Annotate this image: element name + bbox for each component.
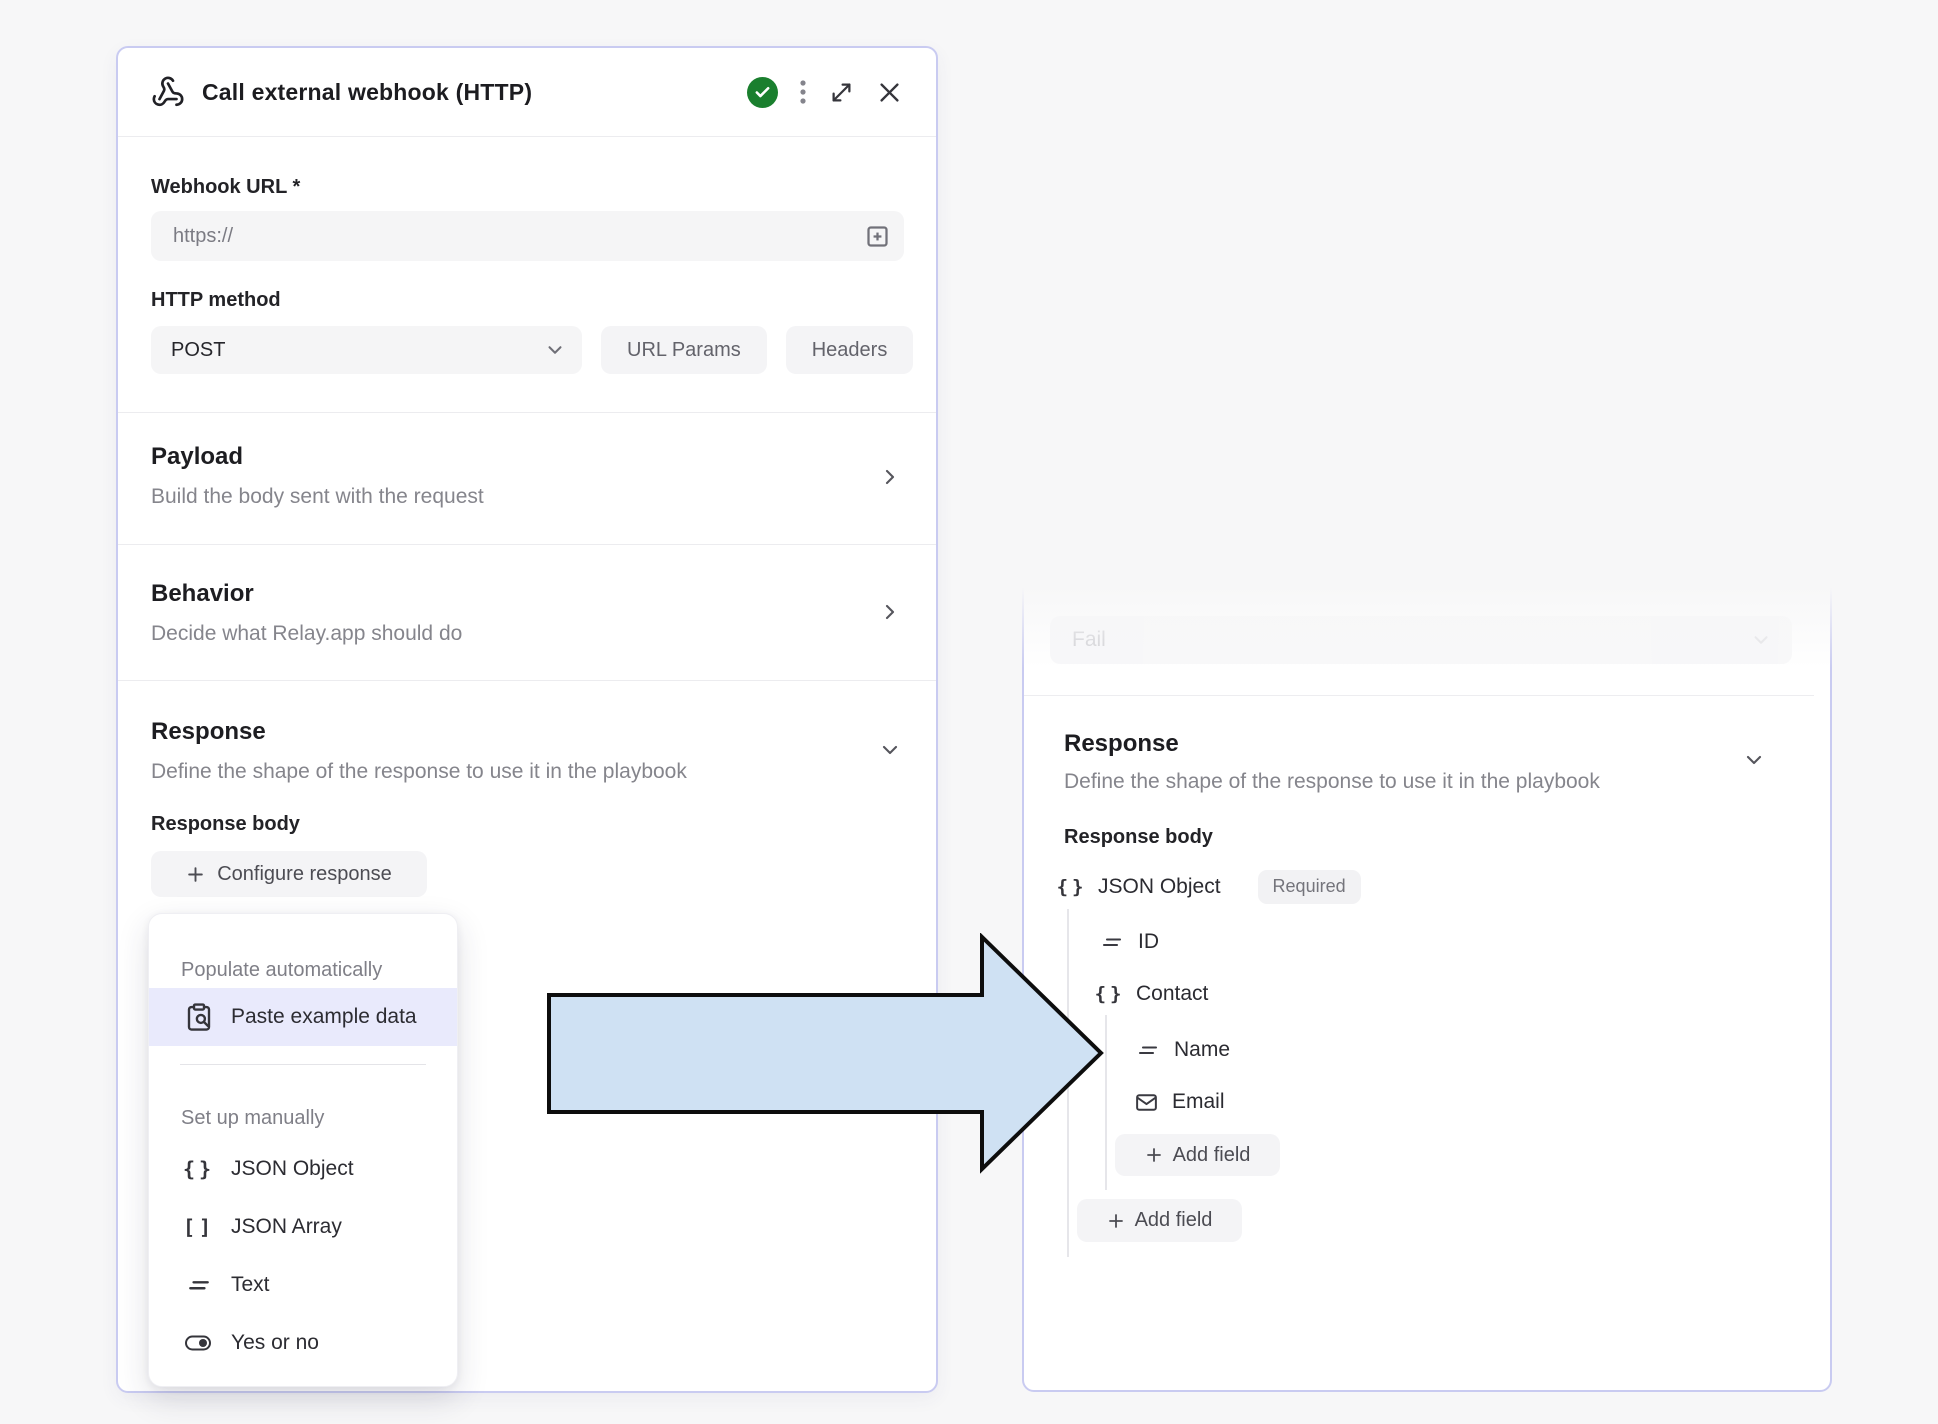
response-body-label: Response body <box>1064 826 1213 848</box>
equals-text-icon <box>1099 930 1125 954</box>
chevron-right-icon[interactable] <box>878 465 902 489</box>
menu-item-json-array[interactable]: [] JSON Array <box>149 1198 457 1256</box>
brackets-icon: [] <box>182 1215 216 1239</box>
tree-row-name[interactable]: Name <box>1135 1030 1230 1070</box>
chevron-right-icon[interactable] <box>878 600 902 624</box>
tree-row-email[interactable]: Email <box>1133 1082 1225 1122</box>
clipboard-search-icon <box>183 1002 215 1032</box>
page: Call external webhook (HTTP) Webhook URL… <box>0 0 1938 1424</box>
tree-row-id[interactable]: ID <box>1099 922 1159 962</box>
success-check-icon <box>747 76 778 108</box>
tree-guide-line <box>1067 909 1069 1257</box>
close-icon[interactable] <box>876 79 903 106</box>
plus-icon <box>1145 1146 1163 1164</box>
braces-icon: {} <box>182 1157 216 1181</box>
add-field-button-nested[interactable]: Add field <box>1115 1134 1280 1176</box>
envelope-icon <box>1133 1090 1159 1115</box>
menu-item-json-object[interactable]: {} JSON Object <box>149 1140 457 1198</box>
toggle-icon <box>183 1330 215 1356</box>
fail-select[interactable]: Fail <box>1050 616 1792 664</box>
webhook-url-field[interactable] <box>151 211 904 261</box>
divider <box>118 544 936 545</box>
tree-row-contact[interactable]: {} Contact <box>1094 974 1209 1014</box>
add-field-label: Add field <box>1134 1209 1213 1231</box>
tree-row-label: Name <box>1174 1038 1231 1061</box>
response-section-title: Response <box>1064 730 1179 757</box>
divider <box>118 680 936 681</box>
menu-section-populate: Populate automatically <box>181 959 383 981</box>
payload-section-title: Payload <box>151 443 244 470</box>
dialog-header: Call external webhook (HTTP) <box>118 48 936 137</box>
menu-item-text[interactable]: Text <box>149 1256 457 1314</box>
fail-select-value: Fail <box>1072 628 1106 651</box>
configured-response-panel: Fail Response Define the shape of the re… <box>1022 560 1832 1392</box>
braces-icon: {} <box>1056 875 1088 898</box>
menu-item-label: JSON Object <box>231 1157 354 1180</box>
tree-row-label: Contact <box>1136 982 1209 1005</box>
tree-row-label: ID <box>1138 930 1159 953</box>
configure-response-label: Configure response <box>217 862 392 885</box>
menu-item-label: Text <box>231 1273 270 1296</box>
add-field-button-root[interactable]: Add field <box>1077 1199 1242 1242</box>
http-method-label: HTTP method <box>151 289 281 311</box>
menu-item-paste-example-data[interactable]: Paste example data <box>149 988 457 1046</box>
behavior-section-subtitle: Decide what Relay.app should do <box>151 622 463 645</box>
plus-icon <box>186 865 205 884</box>
braces-icon: {} <box>1094 982 1126 1005</box>
tree-guide-line <box>1105 1015 1107 1190</box>
add-field-label: Add field <box>1172 1143 1251 1166</box>
payload-section-subtitle: Build the body sent with the request <box>151 485 484 508</box>
response-body-label: Response body <box>151 813 300 835</box>
response-section-subtitle: Define the shape of the response to use … <box>1064 770 1600 793</box>
menu-item-yes-or-no[interactable]: Yes or no <box>149 1314 457 1372</box>
response-section-title: Response <box>151 718 266 745</box>
divider <box>118 412 936 413</box>
headers-button[interactable]: Headers <box>785 326 914 374</box>
behavior-section-title: Behavior <box>151 580 254 607</box>
menu-item-label: JSON Array <box>231 1215 342 1238</box>
equals-text-icon <box>1135 1038 1161 1062</box>
chevron-down-icon[interactable] <box>878 738 902 762</box>
response-section-subtitle: Define the shape of the response to use … <box>151 760 687 783</box>
chevron-down-icon <box>1750 629 1772 651</box>
webhook-url-input[interactable] <box>171 223 864 249</box>
equals-text-icon <box>183 1272 215 1298</box>
dialog-title: Call external webhook (HTTP) <box>202 78 533 105</box>
webhook-icon <box>151 75 185 109</box>
divider <box>1024 695 1814 696</box>
tree-row-label: JSON Object <box>1098 875 1221 898</box>
menu-item-label: Yes or no <box>231 1331 319 1354</box>
required-badge: Required <box>1257 870 1361 904</box>
menu-item-label: Paste example data <box>231 1005 417 1028</box>
chevron-down-icon[interactable] <box>1742 748 1766 772</box>
kebab-menu-icon[interactable] <box>799 78 807 106</box>
url-params-button[interactable]: URL Params <box>601 326 767 374</box>
expand-icon[interactable] <box>828 79 855 106</box>
http-method-value: POST <box>171 338 226 361</box>
menu-divider <box>180 1064 426 1065</box>
webhook-url-label: Webhook URL * <box>151 176 301 198</box>
tree-row-label: Email <box>1172 1090 1225 1113</box>
menu-section-manual: Set up manually <box>181 1107 325 1129</box>
configure-response-menu: Populate automatically Paste example dat… <box>148 913 458 1387</box>
chevron-down-icon <box>544 339 566 361</box>
tree-row-root[interactable]: {} JSON Object Required <box>1056 867 1361 907</box>
http-method-select[interactable]: POST <box>151 326 582 374</box>
configure-response-button[interactable]: Configure response <box>151 851 427 897</box>
insert-variable-icon[interactable] <box>864 223 891 250</box>
plus-icon <box>1107 1212 1125 1230</box>
